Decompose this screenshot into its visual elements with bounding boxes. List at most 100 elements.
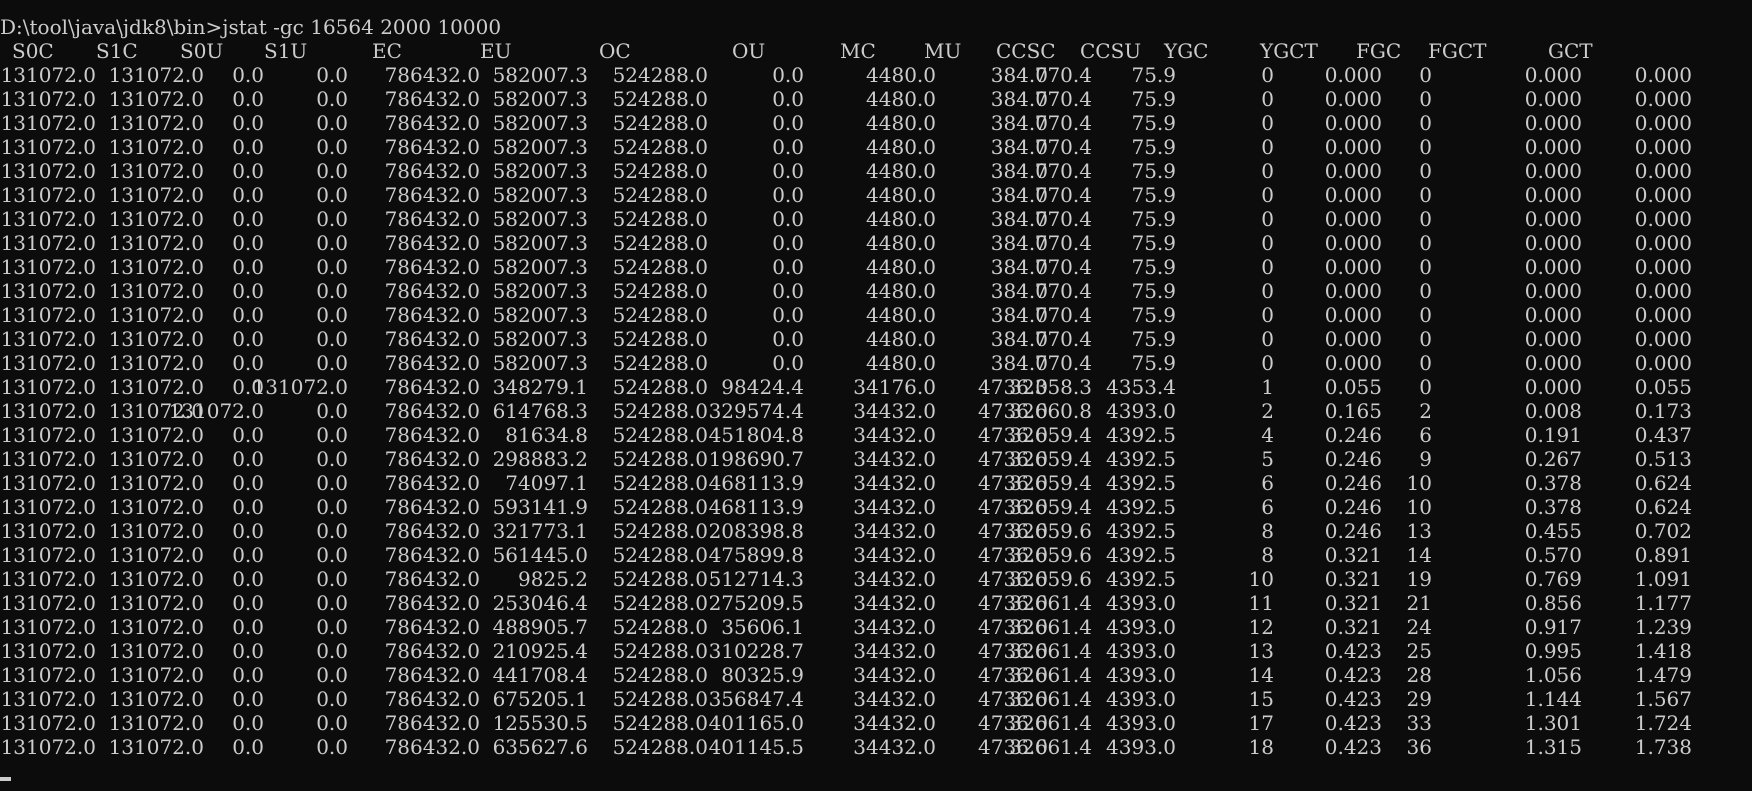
table-cell-S1U: 0.0 [316,471,348,495]
table-cell-S0C: 131072.0 [0,399,96,423]
table-cell-S0U: 0.0 [232,111,264,135]
table-cell-EC: 786432.0 [384,543,480,567]
table-cell-FGCT: 0.000 [1524,279,1582,303]
table-cell-FGCT: 1.144 [1524,687,1582,711]
table-cell-GCT: 0.000 [1634,303,1692,327]
table-cell-YGCT: 0.423 [1324,711,1382,735]
table-cell-S1C: 131072.0 [108,303,204,327]
table-cell-S0C: 131072.0 [0,279,96,303]
table-cell-CCSC: 384.0 [990,87,1048,111]
table-cell-OU: 98424.4 [721,375,804,399]
table-cell-YGCT: 0.246 [1324,495,1382,519]
table-cell-OU: 310228.7 [708,639,804,663]
table-cell-YGC: 5 [1261,447,1274,471]
table-cell-MC: 34432.0 [853,615,936,639]
table-cell-FGCT: 0.000 [1524,351,1582,375]
table-cell-CCSU: 75.9 [1131,303,1176,327]
table-cell-MC: 34432.0 [853,663,936,687]
table-cell-CCSU: 4392.5 [1106,495,1176,519]
table-cell-MC: 4480.0 [866,111,936,135]
table-cell-FGC: 0 [1419,183,1432,207]
table-cell-CCSC: 384.0 [990,351,1048,375]
table-cell-OC: 524288.0 [612,639,708,663]
table-cell-FGC: 0 [1419,111,1432,135]
table-cell-S0U: 0.0 [232,687,264,711]
table-cell-CCSC: 384.0 [990,255,1048,279]
table-cell-YGCT: 0.000 [1324,255,1382,279]
table-row: 131072.0 131072.0 0.0 0.0 786432.0 582007.3 52… [0,255,1752,279]
table-cell-EC: 786432.0 [384,183,480,207]
table-cell-S1C: 131072.0 [108,639,204,663]
table-cell-FGCT: 0.000 [1524,375,1582,399]
table-cell-S1C: 131072.0 [108,135,204,159]
table-cell-S1C: 131072.0 [108,87,204,111]
table-cell-EC: 786432.0 [384,495,480,519]
table-cell-FGC: 21 [1406,591,1432,615]
table-cell-EC: 786432.0 [384,519,480,543]
table-cell-S0U: 0.0 [232,711,264,735]
table-cell-S0U: 0.0 [232,423,264,447]
table-cell-OU: 275209.5 [708,591,804,615]
table-cell-YGC: 0 [1261,159,1274,183]
table-cell-YGC: 18 [1248,735,1274,759]
table-cell-CCSU: 75.9 [1131,135,1176,159]
table-cell-S0U: 0.0 [232,639,264,663]
table-cell-EC: 786432.0 [384,159,480,183]
table-row: 131072.0 131072.0 0.0 0.0 786432.0 441708.4 52… [0,663,1752,687]
table-cell-S1U: 0.0 [316,351,348,375]
table-row: 131072.0 131072.0 0.0 131072.0 786432.0 34827… [0,375,1752,399]
blinking-cursor [0,777,11,781]
table-cell-FGC: 33 [1406,711,1432,735]
table-cell-S1C: 131072.0 [108,327,204,351]
table-cell-OU: 0.0 [772,279,804,303]
table-cell-OU: 0.0 [772,63,804,87]
table-cell-EC: 786432.0 [384,87,480,111]
table-cell-S0U: 0.0 [232,183,264,207]
table-cell-CCSU: 75.9 [1131,63,1176,87]
table-cell-YGC: 0 [1261,63,1274,87]
table-cell-OU: 468113.9 [708,495,804,519]
header-MC: MC [840,39,876,63]
table-cell-FGCT: 0.455 [1524,519,1582,543]
table-cell-EU: 582007.3 [492,207,588,231]
table-cell-GCT: 0.000 [1634,159,1692,183]
table-cell-OC: 524288.0 [612,279,708,303]
header-FGCT: FGCT [1428,39,1487,63]
table-cell-GCT: 0.437 [1634,423,1692,447]
table-cell-S1U: 0.0 [316,327,348,351]
table-cell-FGCT: 0.856 [1524,591,1582,615]
table-cell-GCT: 1.418 [1634,639,1692,663]
table-cell-YGCT: 0.321 [1324,567,1382,591]
table-cell-OC: 524288.0 [612,615,708,639]
table-cell-YGC: 11 [1248,591,1274,615]
table-cell-FGCT: 0.378 [1524,471,1582,495]
table-cell-S1C: 131072.0 [108,255,204,279]
table-cell-S0C: 131072.0 [0,183,96,207]
terminal-window[interactable]: D:\tool\java\jdk8\bin>jstat -gc 16564 20… [0,0,1752,791]
header-S0C: S0C [12,39,54,63]
table-cell-YGC: 0 [1261,351,1274,375]
table-cell-S0C: 131072.0 [0,303,96,327]
table-cell-S1U: 0.0 [316,279,348,303]
table-cell-CCSU: 4392.5 [1106,543,1176,567]
table-cell-FGCT: 1.315 [1524,735,1582,759]
table-row: 131072.0 131072.0 0.0 0.0 786432.0 582007.3 52… [0,207,1752,231]
table-cell-CCSU: 4393.0 [1106,687,1176,711]
table-cell-MC: 4480.0 [866,207,936,231]
table-cell-CCSC: 384.0 [990,279,1048,303]
table-cell-S1C: 131072.0 [108,111,204,135]
table-cell-CCSC: 4736.0 [978,735,1048,759]
table-cell-FGCT: 0.267 [1524,447,1582,471]
table-cell-MC: 4480.0 [866,159,936,183]
table-row: 131072.0 131072.0 0.0 0.0 786432.0 74097.1 524… [0,471,1752,495]
table-cell-EC: 786432.0 [384,279,480,303]
table-cell-FGC: 0 [1419,207,1432,231]
header-YGC: YGC [1164,39,1209,63]
table-cell-S0C: 131072.0 [0,567,96,591]
table-cell-EC: 786432.0 [384,591,480,615]
table-cell-OC: 524288.0 [612,303,708,327]
table-cell-S1C: 131072.0 [108,567,204,591]
table-cell-S0C: 131072.0 [0,111,96,135]
table-cell-S1U: 0.0 [316,231,348,255]
table-cell-MC: 34432.0 [853,447,936,471]
